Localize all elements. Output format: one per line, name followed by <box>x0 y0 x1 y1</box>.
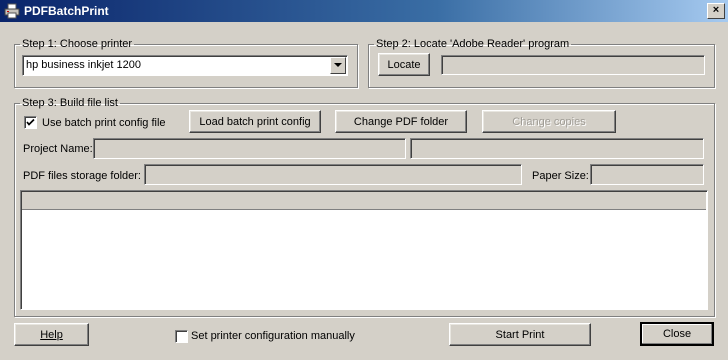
printer-icon <box>4 3 20 19</box>
use-config-label[interactable]: Use batch print config file <box>42 117 166 129</box>
manual-config-checkbox[interactable] <box>175 330 188 343</box>
project-name-label: Project Name: <box>23 143 93 155</box>
load-config-button[interactable]: Load batch print config <box>189 110 321 133</box>
manual-config-label[interactable]: Set printer configuration manually <box>191 330 355 342</box>
window-close-icon[interactable]: × <box>707 3 725 19</box>
change-pdf-folder-button[interactable]: Change PDF folder <box>335 110 467 133</box>
storage-folder-field[interactable] <box>144 164 522 185</box>
storage-folder-label: PDF files storage folder: <box>23 170 141 182</box>
change-copies-button[interactable]: Change copies <box>482 110 616 133</box>
help-button-label: Help <box>40 328 63 341</box>
locate-button[interactable]: Locate <box>378 53 430 76</box>
file-list-header <box>22 192 706 210</box>
start-print-button[interactable]: Start Print <box>449 323 591 346</box>
step1-legend: Step 1: Choose printer <box>22 38 133 50</box>
paper-size-field[interactable] <box>590 164 704 185</box>
step2-legend: Step 2: Locate 'Adobe Reader' program <box>376 38 570 50</box>
paper-size-label: Paper Size: <box>532 170 589 182</box>
close-button[interactable]: Close <box>640 322 714 346</box>
project-extra-field[interactable] <box>410 138 704 159</box>
help-button[interactable]: Help <box>14 323 89 346</box>
title-bar[interactable]: PDFBatchPrint × <box>0 0 728 22</box>
use-config-checkbox[interactable] <box>24 116 37 129</box>
printer-select-value: hp business inkjet 1200 <box>26 59 141 71</box>
app-window: PDFBatchPrint × Step 1: Choose printer h… <box>0 0 728 360</box>
step3-legend: Step 3: Build file list <box>22 97 118 109</box>
checkmark-icon <box>26 118 35 126</box>
reader-path-field[interactable] <box>441 55 705 75</box>
project-name-field[interactable] <box>93 138 406 159</box>
file-list[interactable] <box>20 190 708 310</box>
printer-select[interactable]: hp business inkjet 1200 <box>22 55 348 76</box>
chevron-down-icon[interactable] <box>330 57 346 74</box>
window-title: PDFBatchPrint <box>24 4 109 18</box>
